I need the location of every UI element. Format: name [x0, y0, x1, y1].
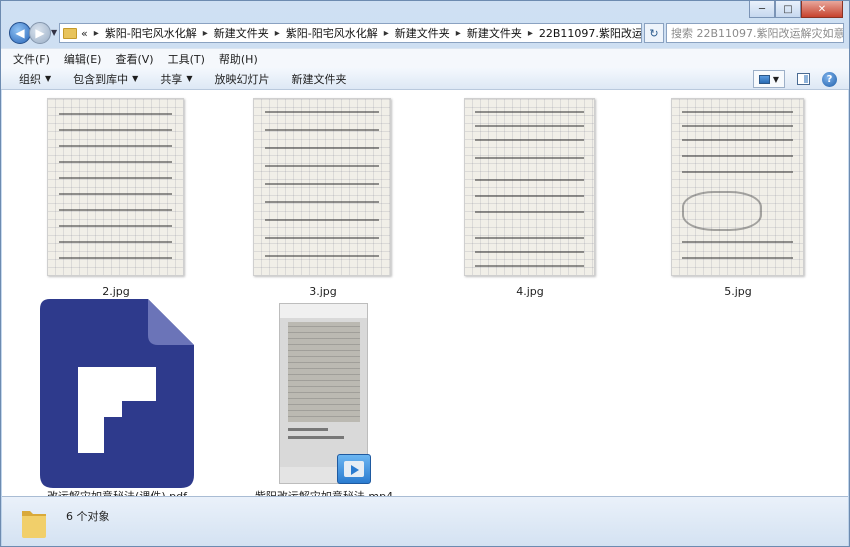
breadcrumb-overflow[interactable]: «	[81, 27, 88, 40]
breadcrumb-item[interactable]: 新建文件夹	[395, 25, 450, 41]
back-button[interactable]: ◀	[9, 22, 31, 44]
menu-tools[interactable]: 工具(T)	[168, 51, 205, 67]
menu-file[interactable]: 文件(F)	[13, 51, 50, 67]
new-folder-button[interactable]: 新建文件夹	[291, 71, 346, 87]
slideshow-button[interactable]: 放映幻灯片	[214, 71, 269, 87]
close-button[interactable]: ✕	[801, 1, 843, 18]
handwritten-note-thumbnail	[253, 98, 391, 276]
explorer-window: ─ □ ✕ ◀ ▶ ▼ « ▸ 紫阳-阳宅风水化解 ▸ 新建文件夹 ▸ 紫阳-阳…	[0, 0, 850, 547]
breadcrumb-item[interactable]: 新建文件夹	[214, 25, 269, 41]
chevron-down-icon: ▼	[45, 74, 52, 83]
chevron-down-icon: ▼	[186, 74, 193, 83]
handwritten-note-thumbnail	[464, 98, 595, 276]
organize-button[interactable]: 组织 ▼	[19, 71, 51, 87]
organize-label: 组织	[19, 72, 41, 86]
breadcrumb-separator-icon[interactable]: ▸	[203, 28, 208, 39]
pdf-document-icon	[40, 299, 194, 488]
breadcrumb-item[interactable]: 紫阳-阳宅风水化解	[286, 25, 378, 41]
folder-icon	[63, 27, 77, 39]
view-icon	[758, 74, 770, 84]
file-name: 3.jpg	[309, 285, 337, 298]
menu-help[interactable]: 帮助(H)	[219, 51, 258, 67]
breadcrumb-separator-icon[interactable]: ▸	[384, 28, 389, 39]
address-bar[interactable]: « ▸ 紫阳-阳宅风水化解 ▸ 新建文件夹 ▸ 紫阳-阳宅风水化解 ▸ 新建文件…	[59, 23, 642, 43]
help-icon[interactable]: ?	[822, 71, 837, 87]
search-placeholder: 搜索 22B11097.紫阳改运解灾如意秘法	[671, 27, 844, 40]
slideshow-label: 放映幻灯片	[214, 72, 270, 86]
new-folder-label: 新建文件夹	[291, 72, 347, 86]
minimize-button[interactable]: ─	[749, 1, 775, 18]
recent-pages-chevron-icon[interactable]: ▼	[51, 28, 57, 37]
breadcrumb-item-current[interactable]: 22B11097.紫阳改运解灾如意秘法	[539, 25, 641, 41]
status-bar: 6 个对象	[2, 496, 848, 546]
handwritten-note-thumbnail	[671, 98, 804, 276]
maximize-button[interactable]: □	[775, 1, 801, 18]
breadcrumb-item[interactable]: 新建文件夹	[467, 25, 522, 41]
breadcrumb-separator-icon[interactable]: ▸	[528, 28, 533, 39]
window-controls: ─ □ ✕	[749, 1, 843, 18]
breadcrumb-separator-icon[interactable]: ▸	[275, 28, 280, 39]
view-controls: ▼ ?	[753, 70, 837, 88]
forward-button[interactable]: ▶	[29, 22, 51, 44]
share-button[interactable]: 共享 ▼	[160, 71, 192, 87]
file-name: 2.jpg	[102, 285, 130, 298]
include-library-button[interactable]: 包含到库中 ▼	[73, 71, 138, 87]
menu-bar: 文件(F) 编辑(E) 查看(V) 工具(T) 帮助(H)	[1, 48, 849, 68]
menu-view[interactable]: 查看(V)	[115, 51, 153, 67]
command-bar: 组织 ▼ 包含到库中 ▼ 共享 ▼ 放映幻灯片 新建文件夹 ▼ ?	[1, 68, 849, 90]
breadcrumb-separator-icon[interactable]: ▸	[456, 28, 461, 39]
share-label: 共享	[160, 72, 183, 86]
search-input[interactable]: 搜索 22B11097.紫阳改运解灾如意秘法	[666, 23, 844, 43]
item-count: 6 个对象	[66, 510, 110, 523]
breadcrumb-item[interactable]: 紫阳-阳宅风水化解	[105, 25, 197, 41]
handwritten-note-thumbnail	[47, 98, 184, 276]
preview-pane-icon[interactable]	[797, 73, 810, 85]
folder-icon	[22, 511, 46, 538]
file-list: 2.jpg 3.jpg 4.jpg 5.jpg	[2, 90, 848, 503]
file-name: 4.jpg	[516, 285, 544, 298]
include-library-label: 包含到库中	[73, 72, 129, 86]
chevron-down-icon[interactable]: ▼	[773, 75, 779, 84]
address-row: ◀ ▶ ▼ « ▸ 紫阳-阳宅风水化解 ▸ 新建文件夹 ▸ 紫阳-阳宅风水化解 …	[1, 21, 849, 47]
breadcrumb-separator-icon[interactable]: ▸	[94, 28, 99, 39]
menu-edit[interactable]: 编辑(E)	[64, 51, 102, 67]
refresh-button[interactable]: ↻	[644, 23, 664, 43]
change-view-button[interactable]: ▼	[753, 70, 785, 88]
video-file-icon	[337, 454, 371, 484]
file-name: 5.jpg	[724, 285, 752, 298]
chevron-down-icon: ▼	[132, 74, 139, 83]
